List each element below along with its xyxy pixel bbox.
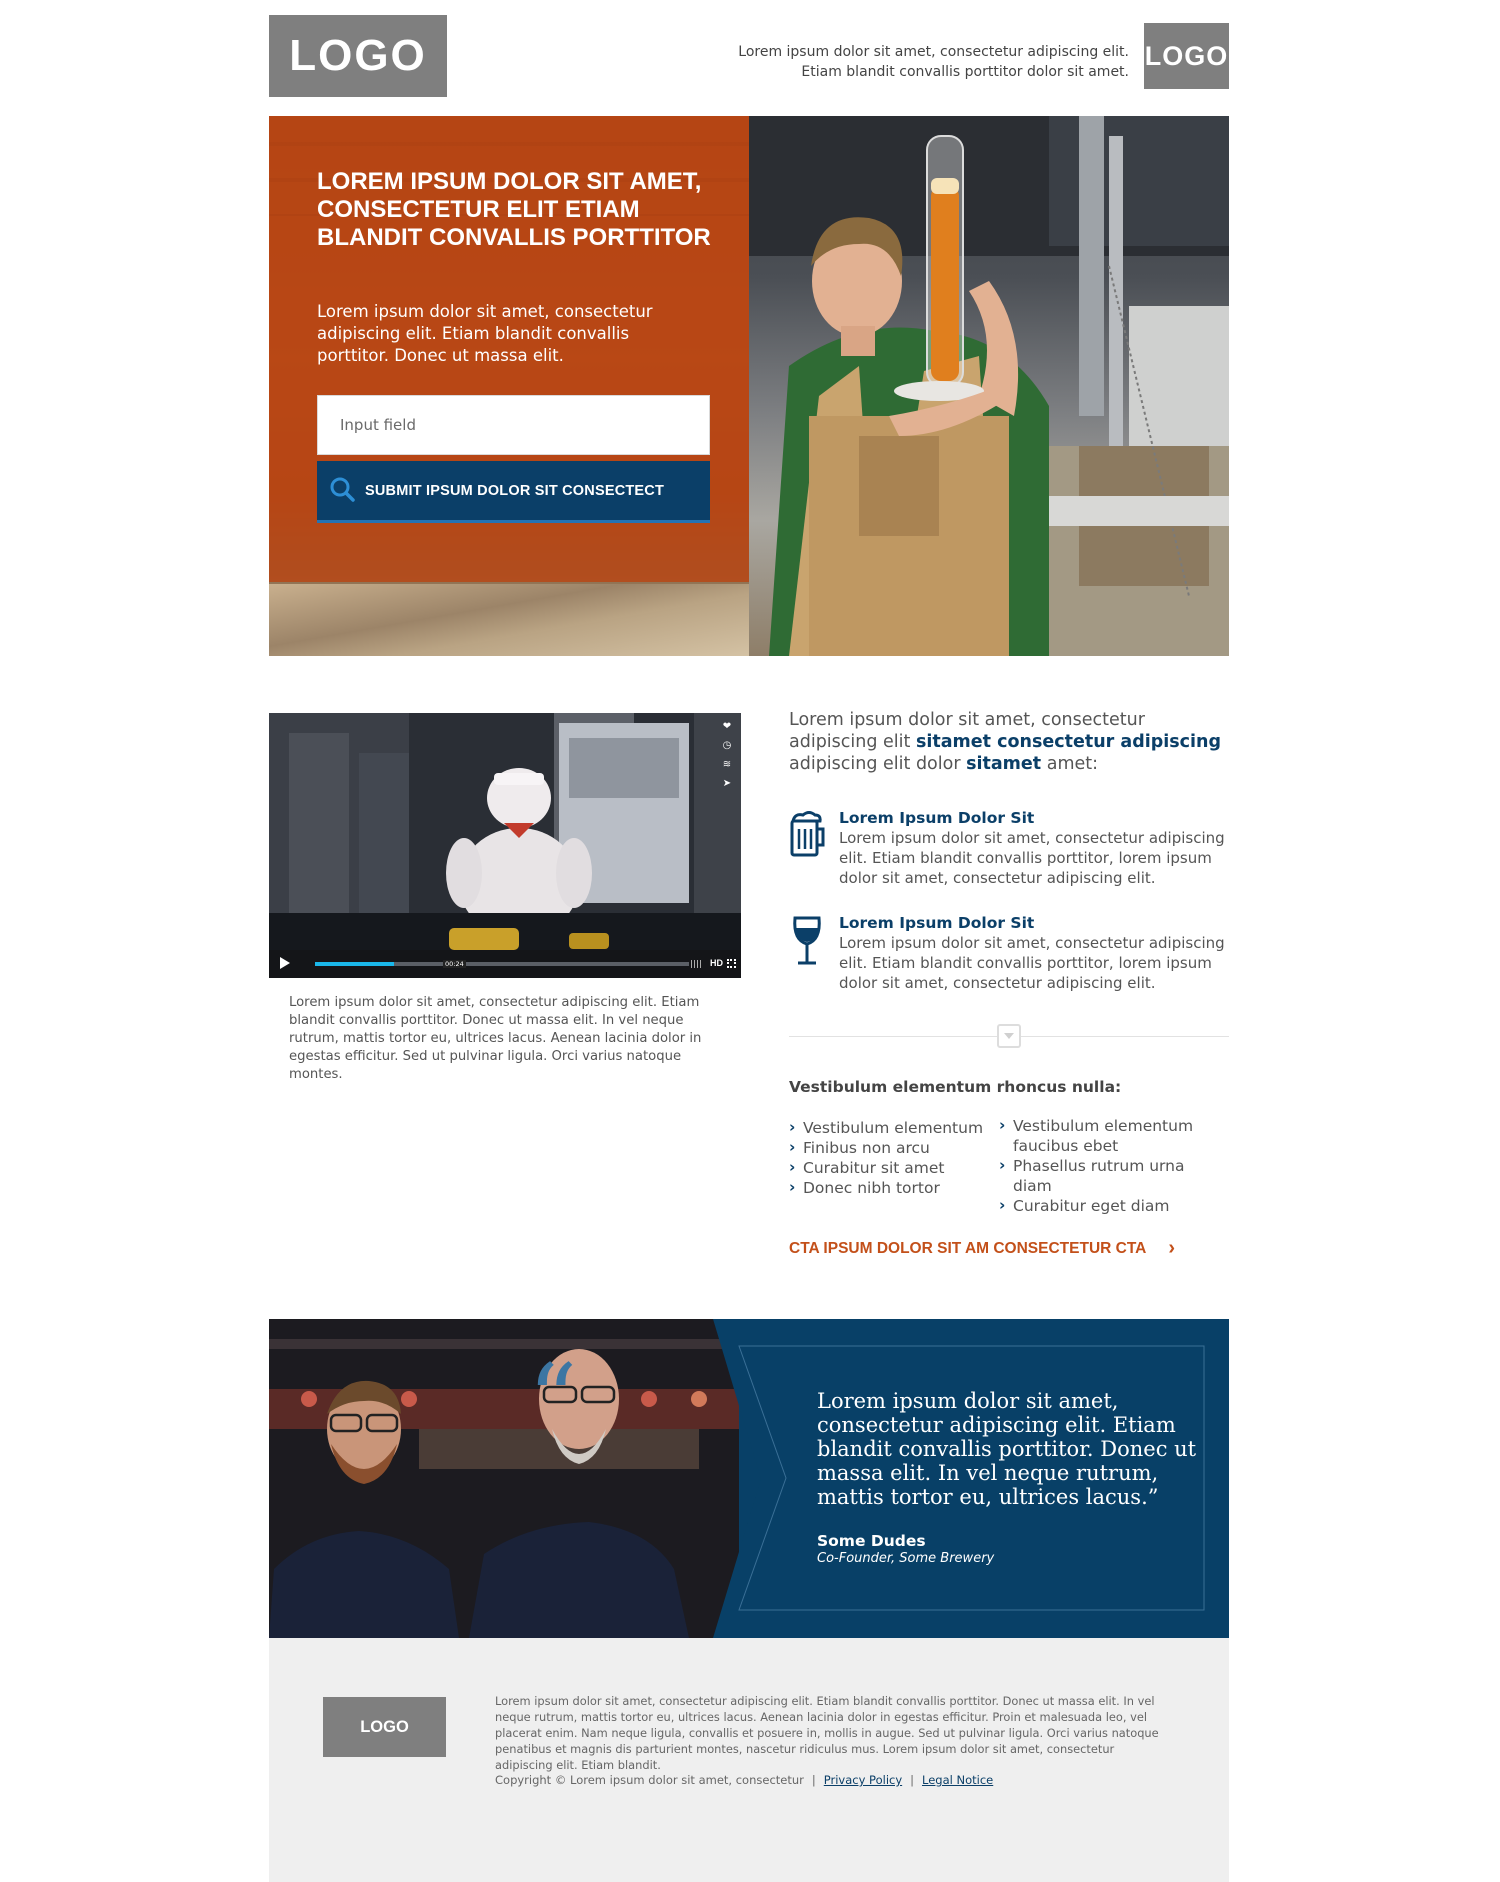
list-item: Donec nibh tortor [789,1177,989,1198]
hero-title: LOREM IPSUM DOLOR SIT AMET, CONSECTETUR … [317,168,711,251]
feature-text: Lorem ipsum dolor sit amet, consectetur … [839,829,1225,887]
hd-toggle[interactable]: HD [710,958,723,968]
play-icon[interactable] [280,957,290,969]
feature-item: Lorem Ipsum Dolor Sit Lorem ipsum dolor … [789,914,1229,994]
testimonial-author: Some Dudes [817,1532,926,1550]
submit-button-label: SUBMIT IPSUM DOLOR SIT CONSECTECT [365,482,665,499]
video-progress-fill [315,962,394,966]
fullscreen-icon[interactable] [727,959,736,968]
feature-title: Lorem Ipsum Dolor Sit [839,809,1035,827]
clock-icon[interactable]: ◷ [719,738,735,753]
quote-mark-icon: “ [528,1352,578,1448]
submit-button[interactable]: SUBMIT IPSUM DOLOR SIT CONSECTECT [317,461,710,523]
video-progress-bar[interactable]: 00:24 [315,960,689,968]
header-tagline: Lorem ipsum dolor sit amet, consectetur … [738,44,1129,80]
footer-legal: Copyright © Lorem ipsum dolor sit amet, … [495,1773,994,1787]
video-caption: Lorem ipsum dolor sit amet, consectetur … [289,995,702,1082]
video-timestamp: 00:24 [443,960,466,968]
search-icon [329,476,355,505]
layers-icon[interactable]: ≋ [719,757,735,772]
hero-description: Lorem ipsum dolor sit amet, consectetur … [317,302,653,365]
hero-section: LOREM IPSUM DOLOR SIT AMET, CONSECTETUR … [269,116,1229,656]
bullet-list-left: Vestibulum elementum Finibus non arcu Cu… [789,1117,989,1198]
footer-text: Lorem ipsum dolor sit amet, consectetur … [495,1694,1159,1772]
hero-input-field[interactable] [317,395,710,455]
list-item: Curabitur sit amet [789,1157,989,1178]
wine-glass-icon [789,914,825,966]
feature-title: Lorem Ipsum Dolor Sit [839,914,1035,932]
intro-text: Lorem ipsum dolor sit amet, consectetur … [789,710,1222,774]
header-secondary-logo[interactable]: LOGO [1144,23,1229,89]
copyright-text: Copyright © Lorem ipsum dolor sit amet, … [495,1773,804,1787]
cta-link[interactable]: CTA IPSUM DOLOR SIT AM CONSECTETUR CTA › [789,1237,1175,1260]
list-title: Vestibulum elementum rhoncus nulla: [789,1078,1122,1096]
feature-item: Lorem Ipsum Dolor Sit Lorem ipsum dolor … [789,809,1229,889]
chevron-down-icon [997,1024,1021,1048]
list-item: Phasellus rutrum urna diam [999,1155,1224,1196]
testimonial-role: Co-Founder, Some Brewery [817,1551,995,1566]
list-item: Vestibulum elementum [789,1117,989,1138]
video-controls: 00:24 HD [269,950,741,978]
brewer-photo [749,116,1229,656]
header-logo[interactable]: LOGO [269,15,447,97]
feature-text: Lorem ipsum dolor sit amet, consectetur … [839,934,1225,992]
volume-icon[interactable] [691,960,703,968]
footer-logo[interactable]: LOGO [323,1697,446,1757]
list-item: Finibus non arcu [789,1137,989,1158]
cta-label: CTA IPSUM DOLOR SIT AM CONSECTETUR CTA [789,1239,1147,1257]
list-item: Curabitur eget diam [999,1195,1224,1216]
chevron-right-icon: › [1168,1237,1176,1259]
video-side-actions: ❤ ◷ ≋ ➤ [719,719,735,791]
list-item: Vestibulum elementum faucibus ebet [999,1115,1224,1156]
testimonial-quote: Lorem ipsum dolor sit amet, consectetur … [817,1389,1197,1509]
bullet-list-right: Vestibulum elementum faucibus ebet Phase… [999,1115,1224,1216]
send-icon[interactable]: ➤ [719,776,735,791]
legal-notice-link[interactable]: Legal Notice [922,1773,993,1787]
beer-mug-icon [789,809,825,861]
heart-icon[interactable]: ❤ [719,719,735,734]
video-player[interactable]: ❤ ◷ ≋ ➤ 00:24 HD [269,713,741,978]
privacy-policy-link[interactable]: Privacy Policy [824,1773,902,1787]
